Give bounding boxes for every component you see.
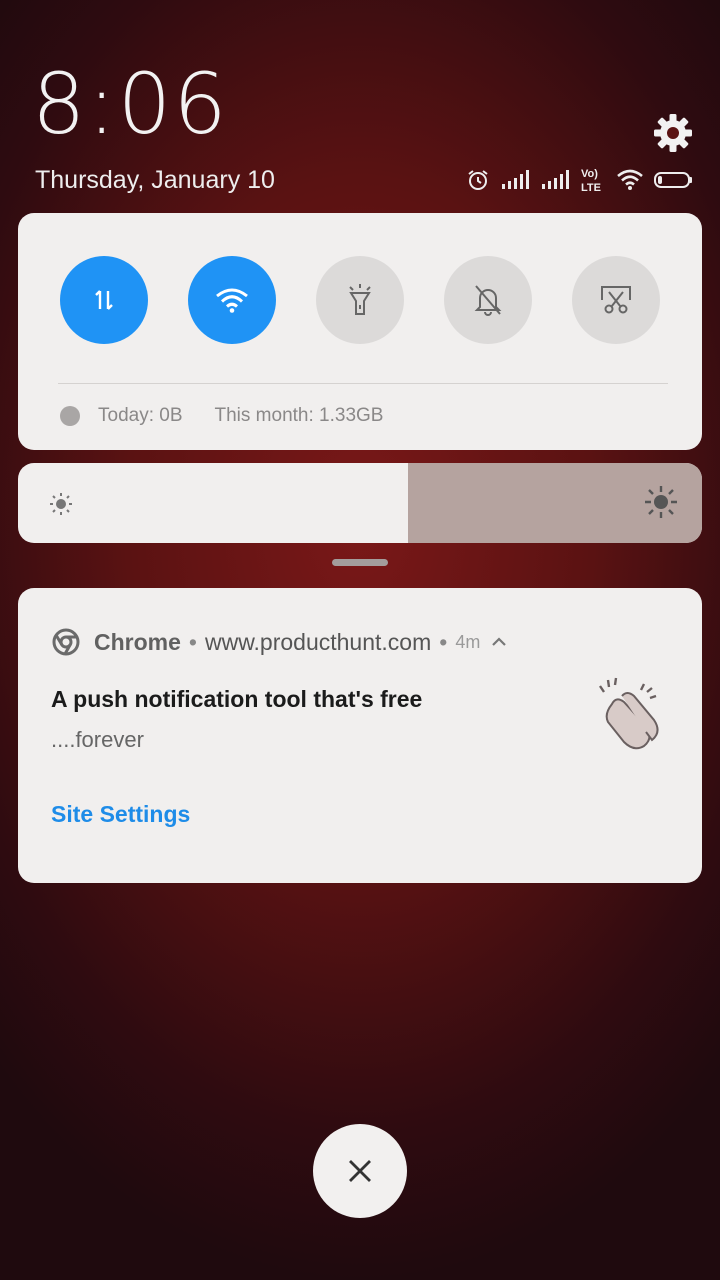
lockscreen-time: 8:06 (32, 55, 229, 153)
brightness-slider[interactable] (18, 463, 702, 543)
signal-icon (542, 170, 569, 189)
quick-settings-panel: Today: 0B This month: 1.33GB (18, 213, 702, 450)
status-bar-icons: Vo) LTE (466, 163, 694, 197)
toggle-mobile-data[interactable] (60, 256, 148, 344)
chevron-up-icon[interactable] (490, 636, 508, 648)
lockscreen-date: Thursday, January 10 (35, 166, 275, 194)
notification-url: www.producthunt.com (204, 628, 432, 655)
flashlight-icon (349, 284, 371, 315)
brightness-low-icon (50, 493, 72, 515)
data-usage-icon (60, 406, 80, 426)
toggle-wifi[interactable] (188, 256, 276, 344)
usage-month: This month: 1.33GB (214, 405, 384, 426)
qs-divider (58, 383, 668, 384)
notification-app-name: Chrome (94, 628, 181, 655)
usage-today: Today: 0B (98, 405, 183, 426)
notification-header: Chrome • www.producthunt.com • 4m (52, 628, 508, 656)
separator-dot: • (188, 628, 197, 655)
gear-icon[interactable] (652, 112, 694, 154)
chrome-icon (52, 628, 80, 656)
bell-off-icon (474, 285, 502, 316)
data-usage[interactable]: Today: 0B This month: 1.33GB (60, 405, 383, 427)
notification-time: 4m (455, 631, 481, 652)
close-icon (349, 1160, 371, 1182)
volte-icon: Vo) LTE (581, 168, 601, 194)
wifi-icon (617, 169, 643, 190)
toggle-silent[interactable] (444, 256, 532, 344)
brightness-high-icon (645, 486, 677, 518)
quick-toggles-row (60, 256, 660, 344)
wifi-icon (216, 288, 248, 313)
volte-bottom: LTE (581, 182, 601, 194)
close-button[interactable] (313, 1124, 407, 1218)
battery-icon (654, 172, 692, 188)
notification-title: A push notification tool that's free (51, 686, 423, 712)
notification-body: ....forever (51, 727, 144, 752)
alarm-icon (468, 170, 488, 190)
signal-icon (502, 170, 529, 189)
toggle-flashlight[interactable] (316, 256, 404, 344)
clapping-hands-icon (599, 677, 659, 750)
drag-handle[interactable] (332, 559, 388, 566)
data-arrows-icon (95, 290, 113, 310)
site-settings-button[interactable]: Site Settings (51, 801, 190, 828)
volte-top: Vo) (581, 168, 598, 180)
scissors-icon (601, 286, 631, 314)
chrome-notification[interactable]: Chrome • www.producthunt.com • 4m A push… (18, 588, 702, 883)
toggle-screenshot[interactable] (572, 256, 660, 344)
separator-dot: • (439, 628, 448, 655)
